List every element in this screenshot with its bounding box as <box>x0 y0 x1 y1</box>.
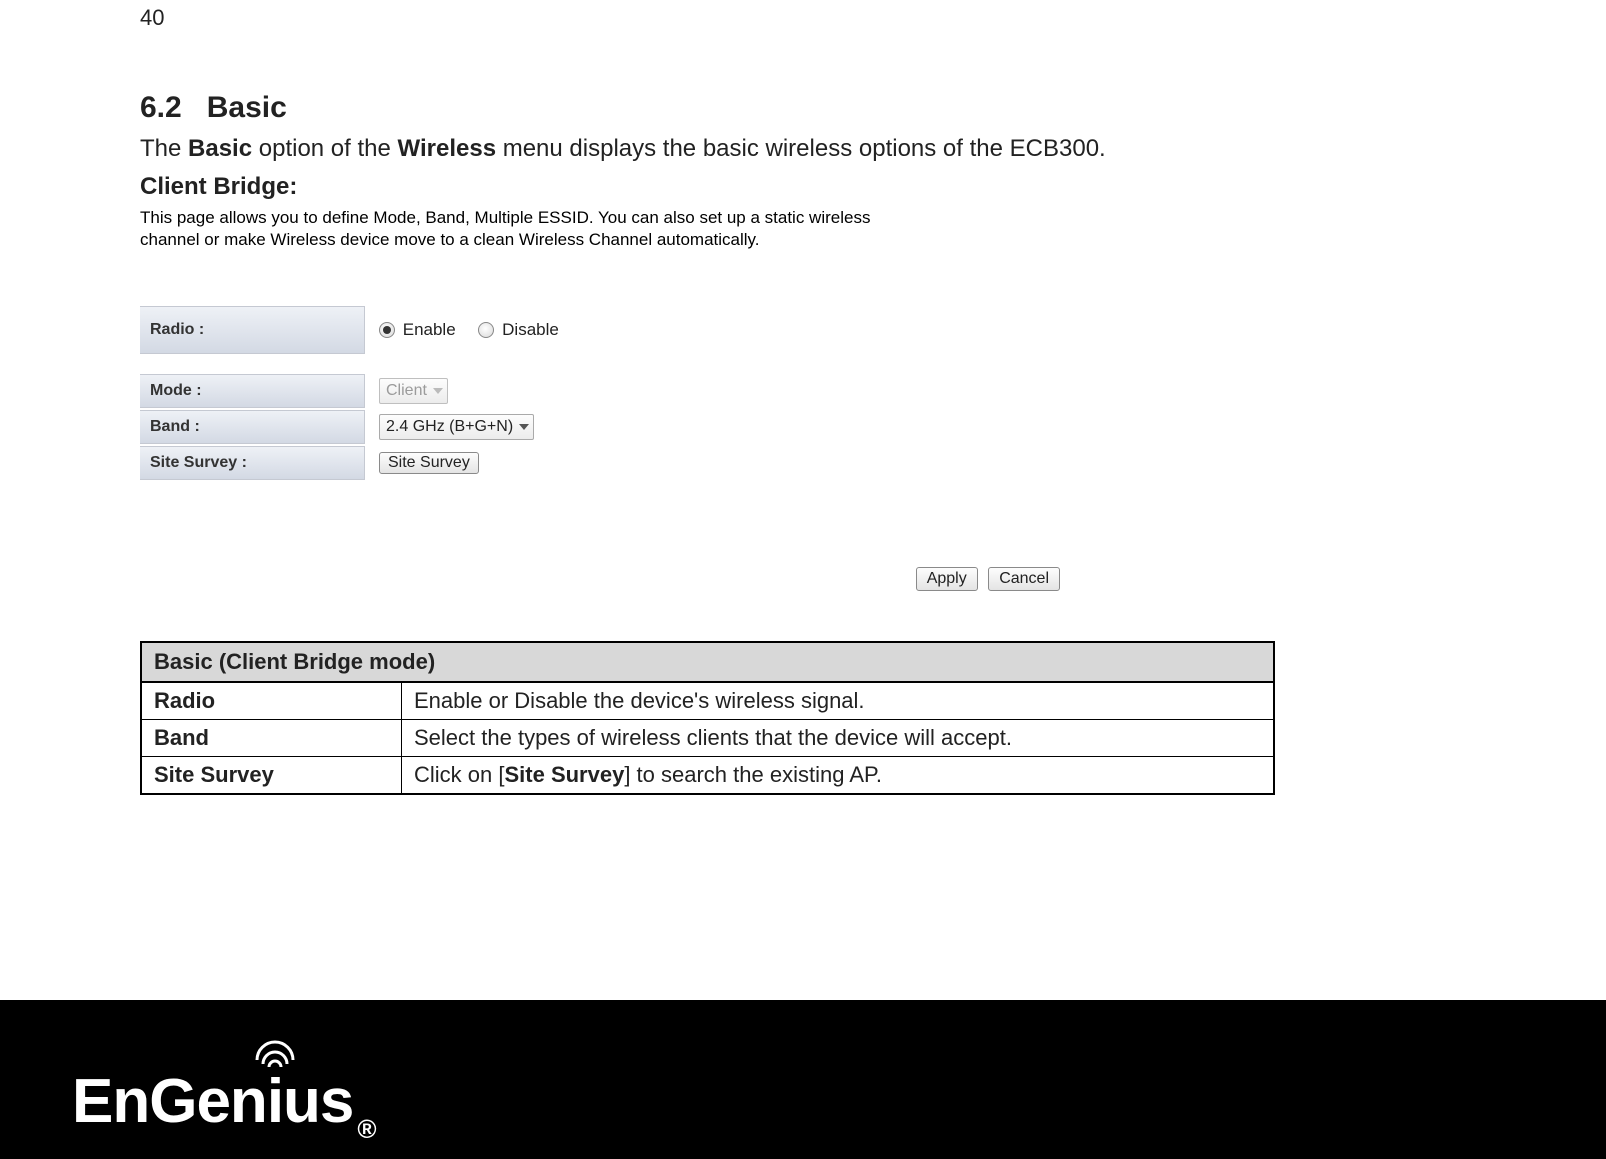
table-row: Site Survey Click on [Site Survey] to se… <box>141 757 1274 795</box>
section-title: Basic <box>207 91 287 124</box>
action-buttons: Apply Cancel <box>140 567 1085 591</box>
table-key: Site Survey <box>141 757 402 795</box>
wifi-icon <box>253 1038 297 1068</box>
table-val: Select the types of wireless clients tha… <box>402 720 1275 757</box>
txt: ] to search the existing AP. <box>624 762 882 787</box>
txt: Click on [ <box>414 762 504 787</box>
mode-label: Mode : <box>140 374 365 408</box>
registered-icon: ® <box>357 1114 375 1145</box>
page-number: 40 <box>140 5 1320 31</box>
radio-disable-label: Disable <box>502 320 559 339</box>
radio-label: Radio : <box>140 306 365 354</box>
subheading: Client Bridge: <box>140 173 1320 201</box>
intro-text: The Basic option of the Wireless menu di… <box>140 135 1320 163</box>
section-heading: 6.2 Basic <box>140 91 1320 125</box>
intro-mid: option of the <box>252 135 397 162</box>
radio-disable-input[interactable] <box>478 322 494 338</box>
section-number: 6.2 <box>140 91 182 124</box>
site-survey-label: Site Survey : <box>140 446 365 480</box>
table-key: Radio <box>141 682 402 720</box>
logo-text-post: us <box>283 1066 353 1137</box>
table-key: Band <box>141 720 402 757</box>
radio-enable-input[interactable] <box>379 322 395 338</box>
chevron-down-icon <box>433 388 443 394</box>
logo-text-pre: EnGen <box>72 1066 267 1137</box>
cancel-button[interactable]: Cancel <box>988 567 1060 591</box>
band-select[interactable]: 2.4 GHz (B+G+N) <box>379 414 534 440</box>
band-select-value: 2.4 GHz (B+G+N) <box>386 418 513 436</box>
footer: EnGen i us® <box>0 1000 1606 1159</box>
radio-enable-label: Enable <box>403 320 456 339</box>
band-label: Band : <box>140 410 365 444</box>
table-val: Click on [Site Survey] to search the exi… <box>402 757 1275 795</box>
table-row: Band Select the types of wireless client… <box>141 720 1274 757</box>
engenius-logo: EnGen i us® <box>72 1066 376 1137</box>
logo-text-i: i <box>267 1067 283 1136</box>
chevron-down-icon <box>519 424 529 430</box>
intro-pre: The <box>140 135 188 162</box>
settings-form: Radio : Enable Disable Mode : Client Ban… <box>140 306 910 482</box>
table-val: Enable or Disable the device's wireless … <box>402 682 1275 720</box>
mode-select-value: Client <box>386 382 427 400</box>
txt-bold: Site Survey <box>504 762 624 787</box>
description-table: Basic (Client Bridge mode) Radio Enable … <box>140 641 1275 795</box>
site-survey-button[interactable]: Site Survey <box>379 452 479 474</box>
intro-bold1: Basic <box>188 135 252 162</box>
table-row: Radio Enable or Disable the device's wir… <box>141 682 1274 720</box>
panel-description: This page allows you to define Mode, Ban… <box>140 207 920 251</box>
table-header: Basic (Client Bridge mode) <box>141 642 1274 682</box>
mode-select: Client <box>379 378 448 404</box>
apply-button[interactable]: Apply <box>916 567 978 591</box>
intro-post: menu displays the basic wireless options… <box>496 135 1106 162</box>
intro-bold2: Wireless <box>398 135 497 162</box>
